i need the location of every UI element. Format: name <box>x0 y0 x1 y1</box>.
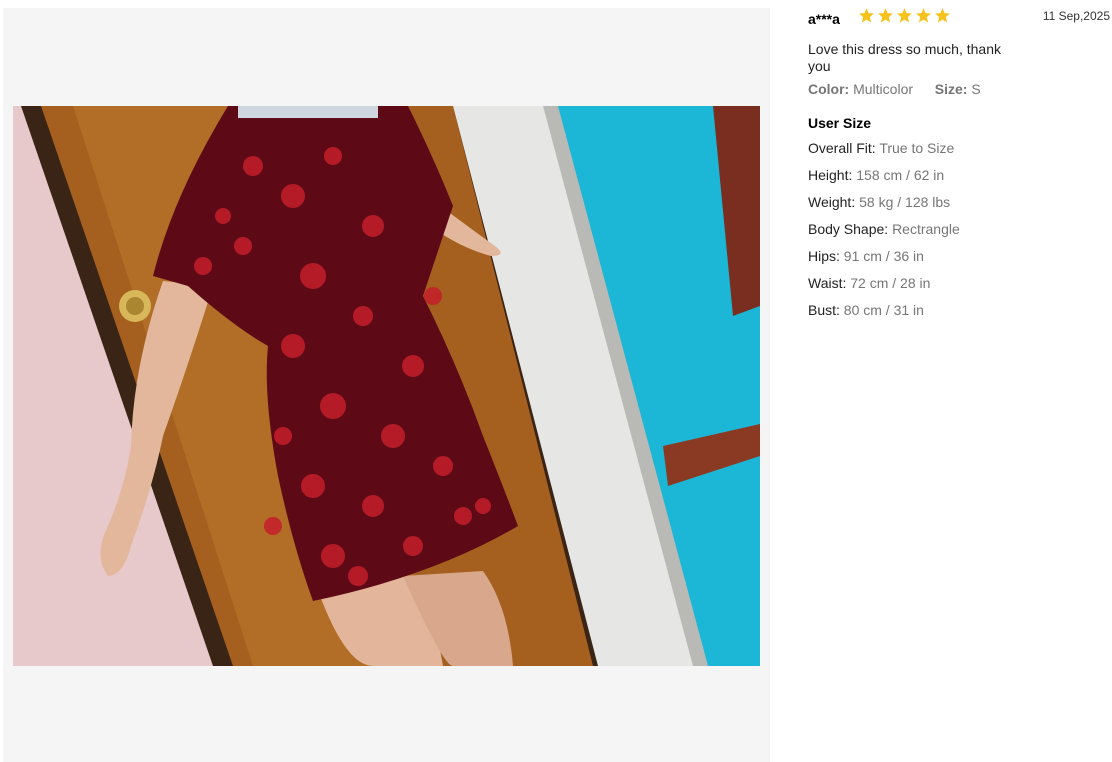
size-item-height: Height: 158 cm / 62 in <box>808 167 1112 184</box>
size-item-overall-fit: Overall Fit: True to Size <box>808 140 1112 157</box>
color-value: Multicolor <box>853 81 914 97</box>
size-item-value: 80 cm / 31 in <box>843 302 924 318</box>
size-item-label: Waist: <box>808 275 847 291</box>
star-icon <box>916 8 931 23</box>
star-rating <box>858 7 951 24</box>
star-icon <box>935 8 950 23</box>
size-item-label: Height: <box>808 167 853 183</box>
size-item-value: True to Size <box>879 140 955 156</box>
size-item-bust: Bust: 80 cm / 31 in <box>808 302 1112 319</box>
star-icon <box>859 8 874 23</box>
size-item-label: Bust: <box>808 302 840 318</box>
size-item-value: 91 cm / 36 in <box>843 248 924 264</box>
size-label: Size: <box>934 81 968 97</box>
size-item-label: Hips: <box>808 248 840 264</box>
size-item-body-shape: Body Shape: Rectrangle <box>808 221 1112 238</box>
review-text: Love this dress so much, thank you <box>808 41 1001 74</box>
size-value: S <box>971 81 981 97</box>
review-image-panel[interactable] <box>3 8 770 762</box>
review-header: a***a 11 Sep,2025 <box>808 6 1112 30</box>
color-label: Color: <box>808 81 850 97</box>
user-size-list: Overall Fit: True to Size Height: 158 cm… <box>808 140 1112 319</box>
size-item-value: 72 cm / 28 in <box>850 275 931 291</box>
review-page: a***a 11 Sep,2025 Love this dress so muc… <box>0 0 1112 762</box>
size-item-weight: Weight: 58 kg / 128 lbs <box>808 194 1112 211</box>
review-date: 11 Sep,2025 <box>1042 9 1110 23</box>
star-icon <box>878 8 893 23</box>
size-item-waist: Waist: 72 cm / 28 in <box>808 275 1112 292</box>
size-item-value: 158 cm / 62 in <box>856 167 945 183</box>
size-item-label: Weight: <box>808 194 856 210</box>
size-item-value: Rectrangle <box>892 221 960 237</box>
review-details: a***a 11 Sep,2025 Love this dress so muc… <box>808 6 1112 329</box>
review-photo[interactable] <box>13 106 760 666</box>
size-item-hips: Hips: 91 cm / 36 in <box>808 248 1112 265</box>
size-item-label: Overall Fit: <box>808 140 876 156</box>
size-item-value: 58 kg / 128 lbs <box>859 194 951 210</box>
reviewer-name: a***a <box>808 11 840 27</box>
user-size-title: User Size <box>808 115 872 131</box>
size-item-label: Body Shape: <box>808 221 889 237</box>
star-icon <box>897 8 912 23</box>
purchase-attributes: Color: Multicolor Size: S <box>808 81 1112 98</box>
